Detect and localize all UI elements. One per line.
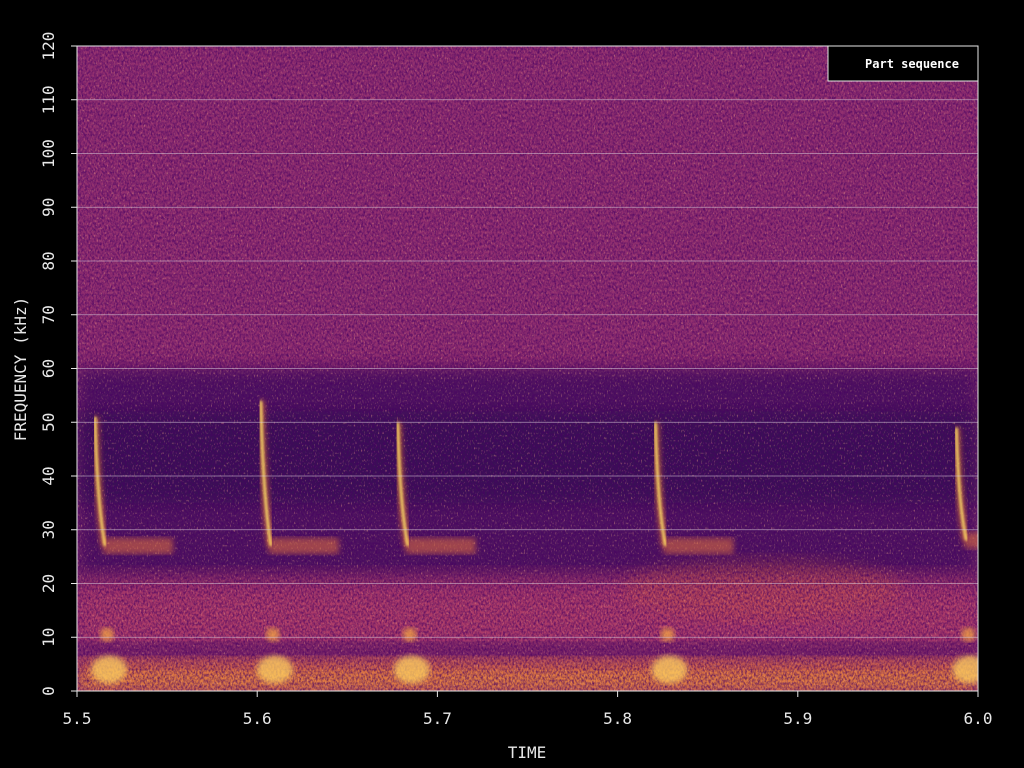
y-tick-label: 70 [39,305,58,324]
x-tick-label: 5.8 [603,709,632,728]
y-tick-label: 60 [39,359,58,378]
call-harmonic [660,627,675,642]
y-tick-label: 50 [39,413,58,432]
call-tail [103,537,174,554]
y-tick-label: 40 [39,466,58,485]
y-tick-label: 100 [39,139,58,168]
call-tail [663,537,734,554]
x-axis-label: TIME [508,743,547,762]
call-low-burst [952,655,978,684]
x-tick-label: 5.7 [423,709,452,728]
y-axis-label: FREQUENCY (kHz) [11,297,30,442]
y-axis: 0 10 20 30 40 50 60 70 80 90 100 110 120 [39,32,77,696]
call-low-burst [651,655,688,684]
y-tick-label: 110 [39,85,58,114]
y-tick-label: 10 [39,628,58,647]
y-tick-label: 30 [39,520,58,539]
call-tail [268,537,339,554]
x-tick-label: 5.6 [243,709,272,728]
x-axis: 5.5 5.6 5.7 5.8 5.9 6.0 [63,691,993,728]
call-harmonic [265,627,280,642]
spectrogram-chart: 5.5 5.6 5.7 5.8 5.9 6.0 0 10 20 30 40 50 60 70 80 90 10… [11,32,993,762]
x-tick-label: 5.9 [783,709,812,728]
call-low-burst [393,655,430,684]
call-harmonic [100,627,115,642]
y-tick-label: 120 [39,32,58,61]
y-tick-label: 0 [39,686,58,696]
call-tail [405,537,476,554]
y-tick-label: 80 [39,251,58,270]
legend: Part sequence [827,45,979,82]
call-low-burst [91,655,128,684]
x-tick-label: 6.0 [964,709,993,728]
call-tail [964,532,978,549]
legend-entry: Part sequence [865,57,959,71]
call-harmonic [402,627,417,642]
x-tick-label: 5.5 [63,709,92,728]
y-tick-label: 90 [39,198,58,217]
y-tick-label: 20 [39,574,58,593]
call-harmonic [961,627,976,642]
call-low-burst [256,655,293,684]
